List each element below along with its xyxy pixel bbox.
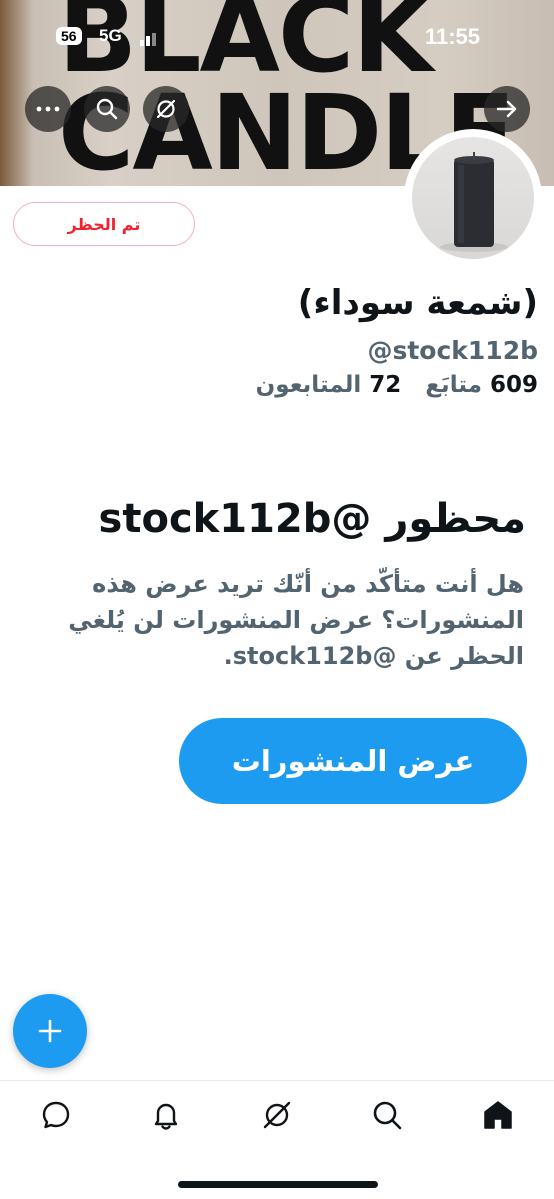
- compose-button[interactable]: [13, 994, 87, 1068]
- nav-messages[interactable]: [38, 1097, 74, 1133]
- blocked-button[interactable]: تم الحظر: [13, 202, 195, 246]
- blocked-description: هل أنت متأكّد من أنّك تريد عرض هذه المنش…: [68, 570, 524, 670]
- network-label: 5G: [99, 26, 122, 45]
- blocked-title: محظور @stock112b: [98, 496, 526, 542]
- notifications-icon: [154, 1103, 178, 1130]
- avatar-image: [412, 137, 534, 259]
- more-button[interactable]: [25, 86, 71, 132]
- more-icon: [36, 106, 60, 112]
- view-posts-button[interactable]: عرض المنشورات: [179, 718, 527, 804]
- status-bar: 56 5G 11:55: [0, 0, 554, 70]
- signal-icon: [140, 33, 156, 46]
- display-name: (شمعة سوداء): [297, 283, 538, 323]
- nav-home[interactable]: [480, 1097, 516, 1133]
- followers-label: المتابعون: [255, 372, 362, 398]
- search-icon: [96, 98, 118, 120]
- follow-stats: 609 متابَع 72 المتابعون: [256, 372, 538, 398]
- following-label: متابَع: [425, 372, 482, 398]
- candle-icon: [440, 152, 508, 252]
- grok-button[interactable]: [143, 86, 189, 132]
- following-count: 609: [489, 372, 538, 398]
- search-button[interactable]: [84, 86, 130, 132]
- plus-icon: [38, 1019, 62, 1043]
- status-badge: 56: [56, 27, 82, 45]
- nav-search[interactable]: [369, 1097, 405, 1133]
- arrow-right-icon: [496, 100, 517, 118]
- grok-icon: [263, 1101, 291, 1129]
- user-handle: @stock112b: [367, 336, 538, 365]
- followers-link[interactable]: 72 المتابعون: [256, 372, 402, 398]
- forward-button[interactable]: [484, 86, 530, 132]
- clock: 11:55: [424, 24, 480, 49]
- messages-icon: [42, 1101, 70, 1129]
- home-icon: [484, 1101, 512, 1129]
- following-link[interactable]: 609 متابَع: [425, 372, 538, 398]
- followers-count: 72: [369, 372, 402, 398]
- search-icon: [373, 1101, 402, 1130]
- home-indicator: [178, 1181, 378, 1188]
- nav-grok[interactable]: [259, 1097, 295, 1133]
- nav-notifications[interactable]: [148, 1097, 184, 1133]
- grok-icon: [156, 99, 176, 119]
